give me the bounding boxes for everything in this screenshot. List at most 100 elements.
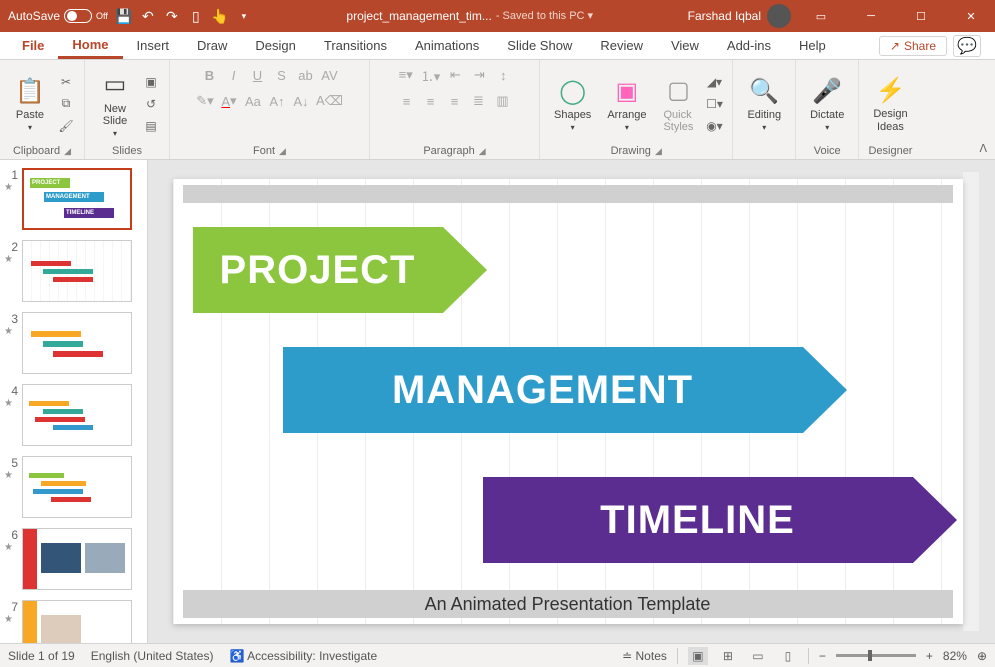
highlight-button[interactable]: ✎▾ bbox=[194, 90, 216, 112]
thumbnail-2[interactable]: 2★ bbox=[4, 240, 143, 302]
chevron-down-icon: ▾ bbox=[762, 123, 766, 132]
zoom-level[interactable]: 82% bbox=[943, 649, 967, 663]
tab-home[interactable]: Home bbox=[58, 32, 122, 59]
tab-view[interactable]: View bbox=[657, 32, 713, 59]
layout-icon[interactable]: ▣ bbox=[141, 72, 161, 92]
bullets-button[interactable]: ≡▾ bbox=[395, 64, 417, 86]
paragraph-launcher-icon[interactable]: ◢ bbox=[479, 146, 486, 157]
char-spacing-button[interactable]: AV bbox=[319, 64, 341, 86]
slideshow-start-icon[interactable]: ▯ bbox=[188, 8, 204, 24]
language-status[interactable]: English (United States) bbox=[91, 649, 214, 663]
tab-draw[interactable]: Draw bbox=[183, 32, 241, 59]
arrow-management[interactable]: MANAGEMENT bbox=[283, 347, 847, 433]
design-ideas-button[interactable]: ⚡ DesignIdeas bbox=[867, 70, 913, 136]
quick-styles-button[interactable]: ▢ QuickStyles bbox=[656, 71, 700, 137]
tab-add-ins[interactable]: Add-ins bbox=[713, 32, 785, 59]
increase-font-button[interactable]: A↑ bbox=[266, 90, 288, 112]
normal-view-icon[interactable]: ▣ bbox=[688, 647, 708, 665]
zoom-slider[interactable] bbox=[836, 654, 916, 657]
undo-icon[interactable]: ↶ bbox=[140, 8, 156, 24]
thumbnail-1[interactable]: 1★ PROJECT MANAGEMENT TIMELINE bbox=[4, 168, 143, 230]
line-spacing-button[interactable]: ↕ bbox=[492, 64, 514, 86]
section-icon[interactable]: ▤ bbox=[141, 116, 161, 136]
tab-slide-show[interactable]: Slide Show bbox=[493, 32, 586, 59]
reset-icon[interactable]: ↺ bbox=[141, 94, 161, 114]
shapes-button[interactable]: ◯ Shapes ▾ bbox=[548, 71, 597, 136]
justify-button[interactable]: ≣ bbox=[468, 90, 490, 112]
align-left-button[interactable]: ≡ bbox=[396, 90, 418, 112]
close-button[interactable]: ✕ bbox=[951, 0, 991, 32]
shadow-button[interactable]: ab bbox=[295, 64, 317, 86]
slide-subtitle[interactable]: An Animated Presentation Template bbox=[183, 590, 953, 618]
underline-button[interactable]: U bbox=[247, 64, 269, 86]
thumbnail-4[interactable]: 4★ bbox=[4, 384, 143, 446]
autosave-toggle[interactable]: AutoSave Off bbox=[8, 9, 108, 23]
touch-mode-icon[interactable]: 👆 bbox=[212, 8, 228, 24]
save-icon[interactable]: 💾 bbox=[116, 8, 132, 24]
maximize-button[interactable]: ☐ bbox=[901, 0, 941, 32]
slideshow-view-icon[interactable]: ▯ bbox=[778, 647, 798, 665]
drawing-launcher-icon[interactable]: ◢ bbox=[655, 146, 662, 157]
tab-help[interactable]: Help bbox=[785, 32, 840, 59]
bold-button[interactable]: B bbox=[199, 64, 221, 86]
align-right-button[interactable]: ≡ bbox=[444, 90, 466, 112]
numbering-button[interactable]: ⒈▾ bbox=[419, 64, 443, 86]
fit-to-window-icon[interactable]: ⊕ bbox=[977, 649, 987, 663]
zoom-out-button[interactable]: − bbox=[819, 649, 826, 663]
paste-button[interactable]: 📋 Paste ▾ bbox=[8, 71, 52, 136]
accessibility-status[interactable]: ♿ Accessibility: Investigate bbox=[229, 649, 377, 663]
dictate-button[interactable]: 🎤 Dictate ▾ bbox=[804, 71, 850, 136]
tab-file[interactable]: File bbox=[8, 32, 58, 59]
clear-format-button[interactable]: A⌫ bbox=[314, 90, 345, 112]
tab-design[interactable]: Design bbox=[241, 32, 309, 59]
qat-dropdown-icon[interactable]: ▾ bbox=[236, 8, 252, 24]
shape-outline-icon[interactable]: ☐▾ bbox=[704, 94, 724, 114]
slide-counter[interactable]: Slide 1 of 19 bbox=[8, 649, 75, 663]
tab-transitions[interactable]: Transitions bbox=[310, 32, 401, 59]
zoom-in-button[interactable]: + bbox=[926, 649, 933, 663]
thumbnail-3[interactable]: 3★ bbox=[4, 312, 143, 374]
decrease-font-button[interactable]: A↓ bbox=[290, 90, 312, 112]
change-case-button[interactable]: Aa bbox=[242, 90, 264, 112]
vertical-scrollbar[interactable] bbox=[963, 172, 979, 631]
slide-canvas[interactable]: PROJECT MANAGEMENT TIMELINE An Animated … bbox=[173, 179, 963, 624]
ribbon-tabs: File Home Insert Draw Design Transitions… bbox=[0, 32, 995, 60]
shape-fill-icon[interactable]: ◢▾ bbox=[704, 72, 724, 92]
tab-insert[interactable]: Insert bbox=[123, 32, 184, 59]
cut-icon[interactable]: ✂ bbox=[56, 72, 76, 92]
format-painter-icon[interactable]: 🖌 bbox=[56, 116, 76, 136]
animation-star-icon: ★ bbox=[4, 182, 18, 193]
editing-button[interactable]: 🔍 Editing ▾ bbox=[741, 71, 787, 136]
arrow-timeline[interactable]: TIMELINE bbox=[483, 477, 957, 563]
italic-button[interactable]: I bbox=[223, 64, 245, 86]
notes-button[interactable]: ≐ Notes bbox=[622, 649, 667, 663]
thumbnail-7[interactable]: 7★ bbox=[4, 600, 143, 643]
align-center-button[interactable]: ≡ bbox=[420, 90, 442, 112]
clipboard-launcher-icon[interactable]: ◢ bbox=[64, 146, 71, 157]
tab-review[interactable]: Review bbox=[586, 32, 657, 59]
comments-button[interactable]: 💬 bbox=[953, 35, 981, 57]
minimize-button[interactable]: ─ bbox=[851, 0, 891, 32]
copy-icon[interactable]: ⧉ bbox=[56, 94, 76, 114]
arrow-project[interactable]: PROJECT bbox=[193, 227, 487, 313]
indent-decrease-button[interactable]: ⇤ bbox=[444, 64, 466, 86]
thumbnail-6[interactable]: 6★ bbox=[4, 528, 143, 590]
thumbnail-5[interactable]: 5★ bbox=[4, 456, 143, 518]
strikethrough-button[interactable]: S bbox=[271, 64, 293, 86]
share-button[interactable]: ↗ Share bbox=[879, 36, 947, 56]
reading-view-icon[interactable]: ▭ bbox=[748, 647, 768, 665]
arrange-button[interactable]: ▣ Arrange ▾ bbox=[601, 71, 652, 136]
save-status[interactable]: - Saved to this PC ▾ bbox=[496, 9, 593, 23]
user-account[interactable]: Farshad Iqbal bbox=[688, 4, 791, 28]
font-color-button[interactable]: A▾ bbox=[218, 90, 240, 112]
slide-sorter-icon[interactable]: ⊞ bbox=[718, 647, 738, 665]
columns-button[interactable]: ▥ bbox=[492, 90, 514, 112]
ribbon-display-icon[interactable]: ▭ bbox=[801, 0, 841, 32]
tab-animations[interactable]: Animations bbox=[401, 32, 493, 59]
shape-effects-icon[interactable]: ◉▾ bbox=[704, 116, 724, 136]
new-slide-button[interactable]: ▭ NewSlide ▾ bbox=[93, 65, 137, 142]
indent-increase-button[interactable]: ⇥ bbox=[468, 64, 490, 86]
redo-icon[interactable]: ↷ bbox=[164, 8, 180, 24]
collapse-ribbon-icon[interactable]: ᐱ bbox=[979, 142, 987, 155]
font-launcher-icon[interactable]: ◢ bbox=[279, 146, 286, 157]
